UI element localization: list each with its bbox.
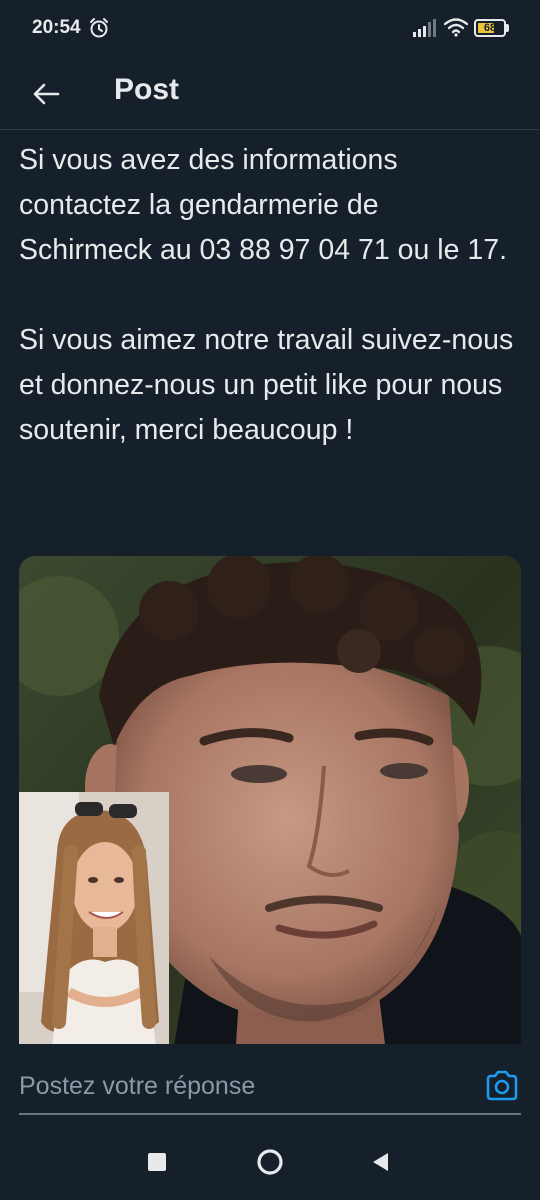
camera-button[interactable] bbox=[484, 1069, 520, 1103]
battery-icon: 68 bbox=[474, 19, 510, 37]
screen: 20:54 68 Post Si vous avez des informati… bbox=[0, 0, 540, 1200]
reply-bar bbox=[0, 1044, 540, 1130]
post-text: Si vous avez des informations contactez … bbox=[19, 138, 519, 453]
alarm-icon bbox=[90, 18, 108, 38]
post-paragraph: Si vous avez des informations contactez … bbox=[19, 144, 507, 266]
post-paragraph: Si vous aimez notre travail suivez-nous … bbox=[19, 324, 514, 446]
battery-tip bbox=[506, 24, 509, 32]
recents-square-icon[interactable] bbox=[148, 1153, 166, 1171]
system-nav-bar bbox=[0, 1130, 540, 1200]
camera-icon bbox=[486, 1070, 518, 1101]
back-button[interactable] bbox=[22, 70, 70, 118]
reply-underline bbox=[19, 1113, 521, 1115]
back-triangle-icon[interactable] bbox=[370, 1151, 390, 1173]
inset-photo bbox=[19, 792, 169, 1076]
wifi-icon bbox=[444, 18, 468, 37]
signal-icon bbox=[413, 19, 436, 37]
arrow-left-icon bbox=[33, 83, 60, 105]
reply-input[interactable] bbox=[19, 1064, 449, 1108]
inset-photo-image bbox=[19, 792, 169, 1076]
post-image[interactable] bbox=[19, 556, 521, 1076]
header: Post bbox=[0, 58, 540, 130]
status-bar: 20:54 68 bbox=[0, 0, 540, 58]
battery-level: 68 bbox=[483, 22, 497, 34]
status-time: 20:54 bbox=[32, 17, 81, 38]
page-title: Post bbox=[114, 73, 180, 106]
home-circle-icon[interactable] bbox=[256, 1148, 284, 1176]
